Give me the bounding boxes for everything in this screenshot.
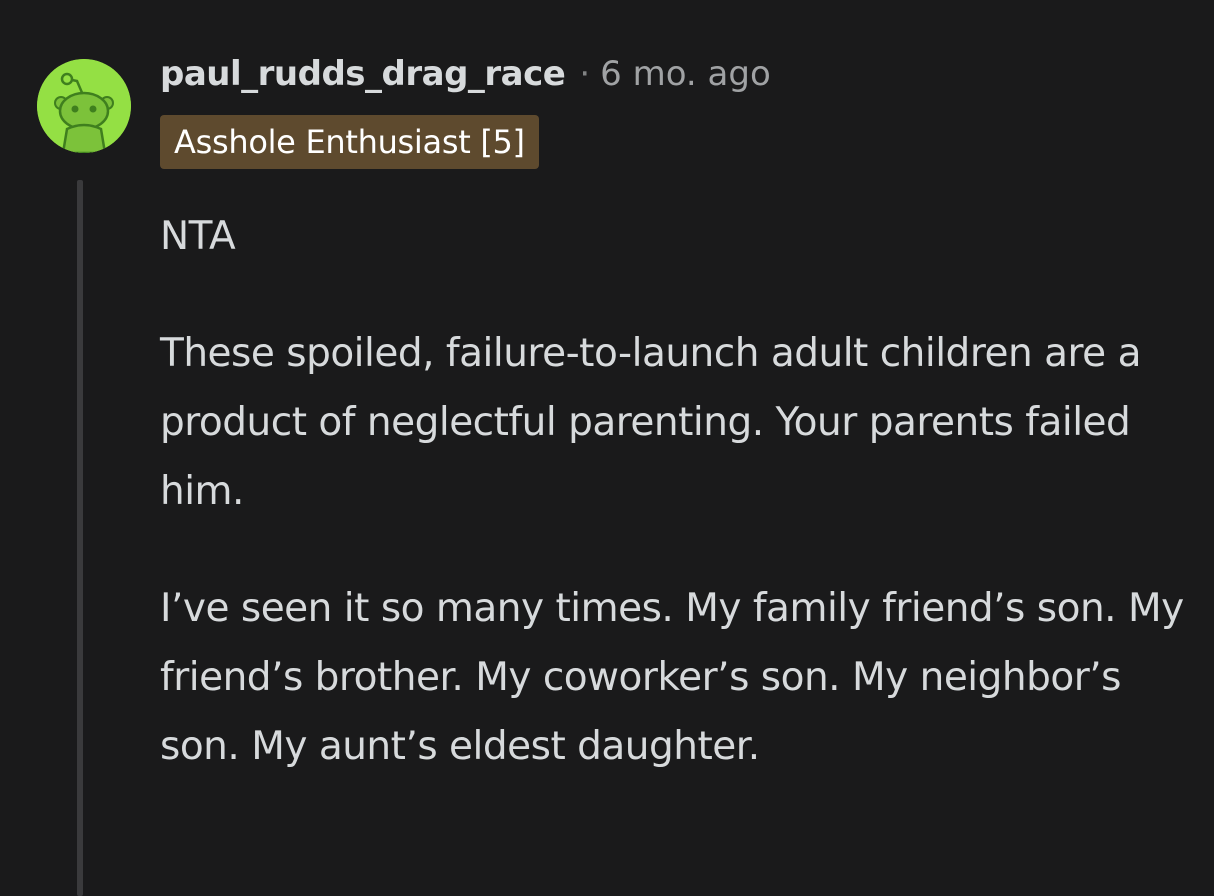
comment-meta: paul_rudds_drag_race · 6 mo. ago bbox=[160, 52, 771, 96]
comment-paragraph: I’ve seen it so many times. My family fr… bbox=[160, 586, 1184, 769]
comment-timestamp[interactable]: 6 mo. ago bbox=[600, 54, 771, 94]
meta-separator: · bbox=[579, 54, 591, 94]
user-flair: Asshole Enthusiast [5] bbox=[160, 115, 539, 169]
comment-paragraph: NTA bbox=[160, 214, 236, 259]
snoo-avatar-icon bbox=[37, 59, 131, 153]
comment-body: NTA These spoiled, failure-to-launch adu… bbox=[160, 202, 1200, 829]
thread-collapse-line[interactable] bbox=[77, 180, 83, 896]
username-link[interactable]: paul_rudds_drag_race bbox=[160, 54, 566, 94]
avatar[interactable] bbox=[37, 59, 131, 153]
comment-paragraph: These spoiled, failure-to-launch adult c… bbox=[160, 331, 1141, 514]
